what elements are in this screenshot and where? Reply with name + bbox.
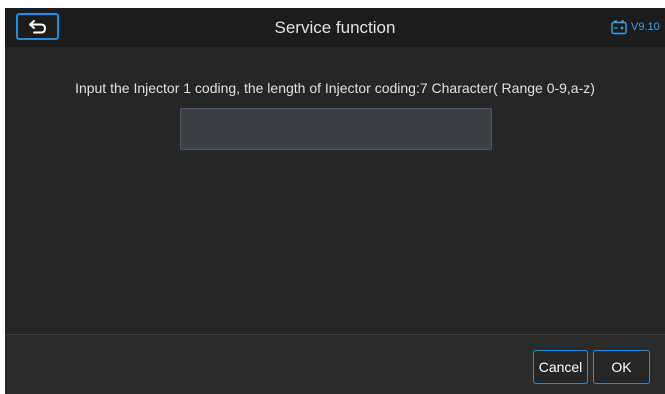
page-title: Service function — [274, 18, 396, 37]
header-bar: Service function V9.10 — [5, 8, 665, 47]
back-arrow-icon — [28, 19, 46, 33]
back-button[interactable] — [16, 13, 59, 40]
injector-coding-input[interactable] — [180, 108, 492, 150]
battery-icon — [611, 20, 627, 35]
ok-button[interactable]: OK — [593, 350, 650, 384]
cancel-button[interactable]: Cancel — [533, 350, 588, 384]
app-screen: Service function V9.10 Input the Injecto… — [5, 8, 665, 394]
version-label: V9.10 — [631, 21, 660, 33]
injector-coding-prompt: Input the Injector 1 coding, the length … — [75, 80, 595, 96]
footer-bar: Cancel OK — [5, 334, 665, 394]
